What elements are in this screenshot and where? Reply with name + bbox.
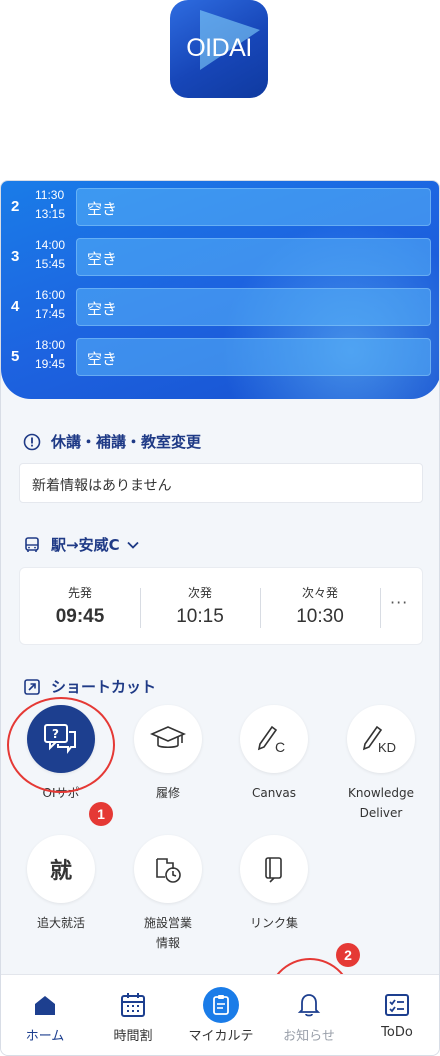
period-row[interactable]: 3 14:00 15:45 空き (1, 235, 439, 281)
notices-header: 休講・補講・教室変更 (23, 431, 201, 452)
bus-label: 先発 (67, 586, 92, 600)
nav-timetable[interactable]: 時間割 (89, 975, 177, 1055)
home-icon (35, 996, 55, 1015)
svg-text:C: C (275, 739, 285, 755)
bottom-nav: ホーム 時間割 マイカルテ お知らせ ToDo (1, 974, 439, 1055)
bus-column-next: 次発 10:15 (140, 568, 260, 646)
bus-icon (25, 536, 39, 552)
nav-label: ToDo (381, 1025, 413, 1040)
bus-label: 次々発 (301, 586, 338, 600)
period-end: 17:45 (35, 307, 66, 321)
building-clock-icon (156, 858, 181, 883)
shortcuts-title: ショートカット (51, 678, 157, 696)
pencil-c-icon: C (257, 725, 285, 755)
period-row[interactable]: 5 18:00 19:45 空き (1, 335, 439, 381)
annotation-badge-1: 1 (89, 802, 113, 826)
shortcut-links[interactable]: リンク集 (219, 835, 329, 933)
svg-text:KD: KD (378, 740, 396, 755)
notices-box[interactable]: 新着情報はありません (19, 463, 423, 503)
timetable: 2 11:30 13:15 空き 3 14:00 15:45 空き 4 16:0… (1, 181, 439, 399)
bus-route: 駅→安威C (51, 536, 120, 554)
shortcut-facility-hours[interactable]: 施設営業 情報 (113, 835, 223, 953)
info-circle-icon (23, 433, 41, 450)
period-slot[interactable]: 空き (76, 338, 431, 376)
phone-screen: 2 11:30 13:15 空き 3 14:00 15:45 空き 4 16:0… (0, 180, 440, 1056)
bus-time: 10:15 (176, 606, 224, 627)
app-logo-text: OIDAI (186, 34, 252, 62)
nav-my-karte[interactable]: マイカルテ (177, 975, 265, 1055)
shortcut-label: Canvas (251, 786, 297, 800)
period-start: 11:30 (35, 188, 65, 202)
shortcut-label: 履修 (155, 786, 180, 800)
pencil-kd-icon: KD (362, 725, 396, 755)
job-kanji-icon: 就 (49, 859, 72, 884)
bus-column-after-next: 次々発 10:30 (260, 568, 380, 646)
nav-label: ホーム (25, 1029, 65, 1044)
checklist-icon (385, 994, 409, 1016)
nav-label: マイカルテ (188, 1029, 254, 1044)
period-number: 5 (11, 348, 20, 365)
bus-times-card: 先発 09:45 次発 10:15 次々発 10:30 ··· (19, 567, 423, 645)
nav-label: 時間割 (113, 1029, 153, 1044)
period-number: 4 (11, 298, 20, 315)
graduation-cap-icon (150, 726, 186, 749)
shortcut-knowledge-deliver[interactable]: KD Knowledge Deliver (326, 705, 436, 823)
shortcut-label: 追大就活 (36, 916, 85, 930)
annotation-badge-2: 2 (336, 943, 360, 967)
bus-time: 09:45 (55, 606, 105, 627)
more-times-button[interactable]: ··· (390, 593, 408, 612)
slot-status: 空き (87, 300, 118, 318)
bus-label: 次発 (187, 586, 212, 600)
period-slot[interactable]: 空き (76, 188, 431, 226)
clipboard-icon (203, 987, 239, 1023)
chevron-down-icon (126, 541, 139, 549)
shortcut-canvas[interactable]: C Canvas (219, 705, 329, 803)
bell-icon (297, 994, 321, 1017)
period-end: 15:45 (35, 257, 66, 271)
period-end: 13:15 (35, 207, 66, 221)
period-row[interactable]: 2 11:30 13:15 空き (1, 185, 439, 231)
period-slot[interactable]: 空き (76, 238, 431, 276)
shortcuts-header: ショートカット (23, 676, 156, 697)
shortcut-label: 施設営業 情報 (143, 916, 192, 950)
calendar-icon (121, 993, 145, 1017)
slot-status: 空き (87, 250, 118, 268)
period-start: 18:00 (35, 338, 66, 352)
shortcut-job-hunting[interactable]: 就 追大就活 (6, 835, 116, 933)
app-logo: OIDAI (170, 0, 268, 98)
slot-status: 空き (87, 350, 118, 368)
nav-label: お知らせ (283, 1029, 335, 1044)
shortcut-rishu[interactable]: 履修 (113, 705, 223, 803)
period-slot[interactable]: 空き (76, 288, 431, 326)
annotation-ring-1 (7, 697, 115, 793)
nav-home[interactable]: ホーム (1, 975, 89, 1055)
shortcut-label: Knowledge Deliver (348, 786, 414, 820)
notices-title: 休講・補講・教室変更 (51, 433, 202, 451)
period-number: 2 (11, 198, 20, 215)
slot-status: 空き (87, 200, 118, 218)
shortcut-icon (24, 678, 40, 695)
bus-column-first: 先発 09:45 (20, 568, 140, 646)
period-start: 16:00 (35, 288, 66, 302)
bus-header[interactable]: 駅→安威C (23, 534, 140, 555)
period-start: 14:00 (35, 238, 66, 252)
bus-time: 10:30 (296, 606, 344, 627)
period-row[interactable]: 4 16:00 17:45 空き (1, 285, 439, 331)
period-end: 19:45 (35, 357, 66, 371)
notebook-icon (265, 857, 282, 883)
period-number: 3 (11, 248, 20, 265)
shortcut-label: リンク集 (249, 916, 298, 930)
nav-notifications[interactable]: お知らせ (265, 975, 353, 1055)
nav-todo[interactable]: ToDo (353, 975, 439, 1055)
